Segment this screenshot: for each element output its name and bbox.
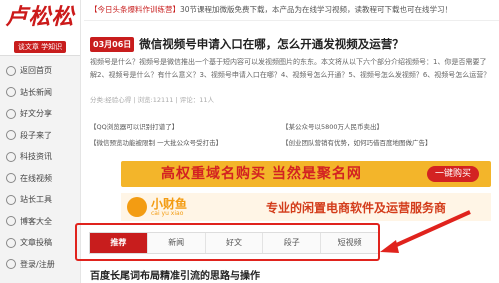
annotation-arrow-icon	[380, 210, 471, 253]
